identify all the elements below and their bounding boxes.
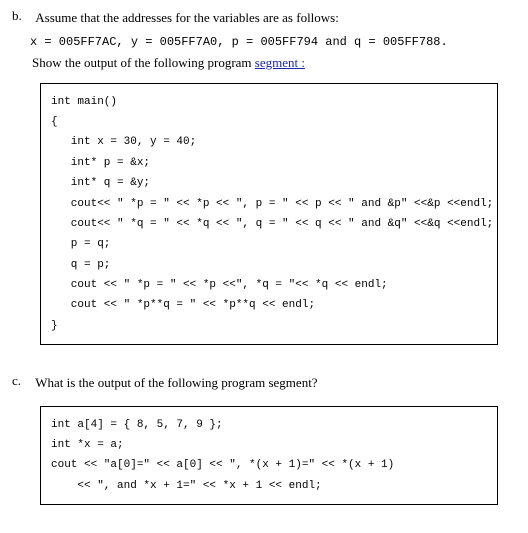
- question-c-prompt: What is the output of the following prog…: [35, 373, 515, 394]
- address-line: x = 005FF7AC, y = 005FF7A0, p = 005FF794…: [30, 35, 516, 49]
- code-box-b: int main() { int x = 30, y = 40; int* p …: [40, 83, 498, 345]
- question-b-label: b.: [12, 8, 32, 24]
- question-b-prompt-prefix: Show the output of the following program: [32, 55, 255, 70]
- question-c: c. What is the output of the following p…: [12, 373, 516, 505]
- question-b: b. Assume that the addresses for the var…: [12, 8, 516, 345]
- code-box-c: int a[4] = { 8, 5, 7, 9 }; int *x = a; c…: [40, 406, 498, 505]
- question-b-intro: Assume that the addresses for the variab…: [35, 8, 515, 29]
- question-c-label: c.: [12, 373, 32, 389]
- segment-link[interactable]: segment :: [255, 55, 305, 70]
